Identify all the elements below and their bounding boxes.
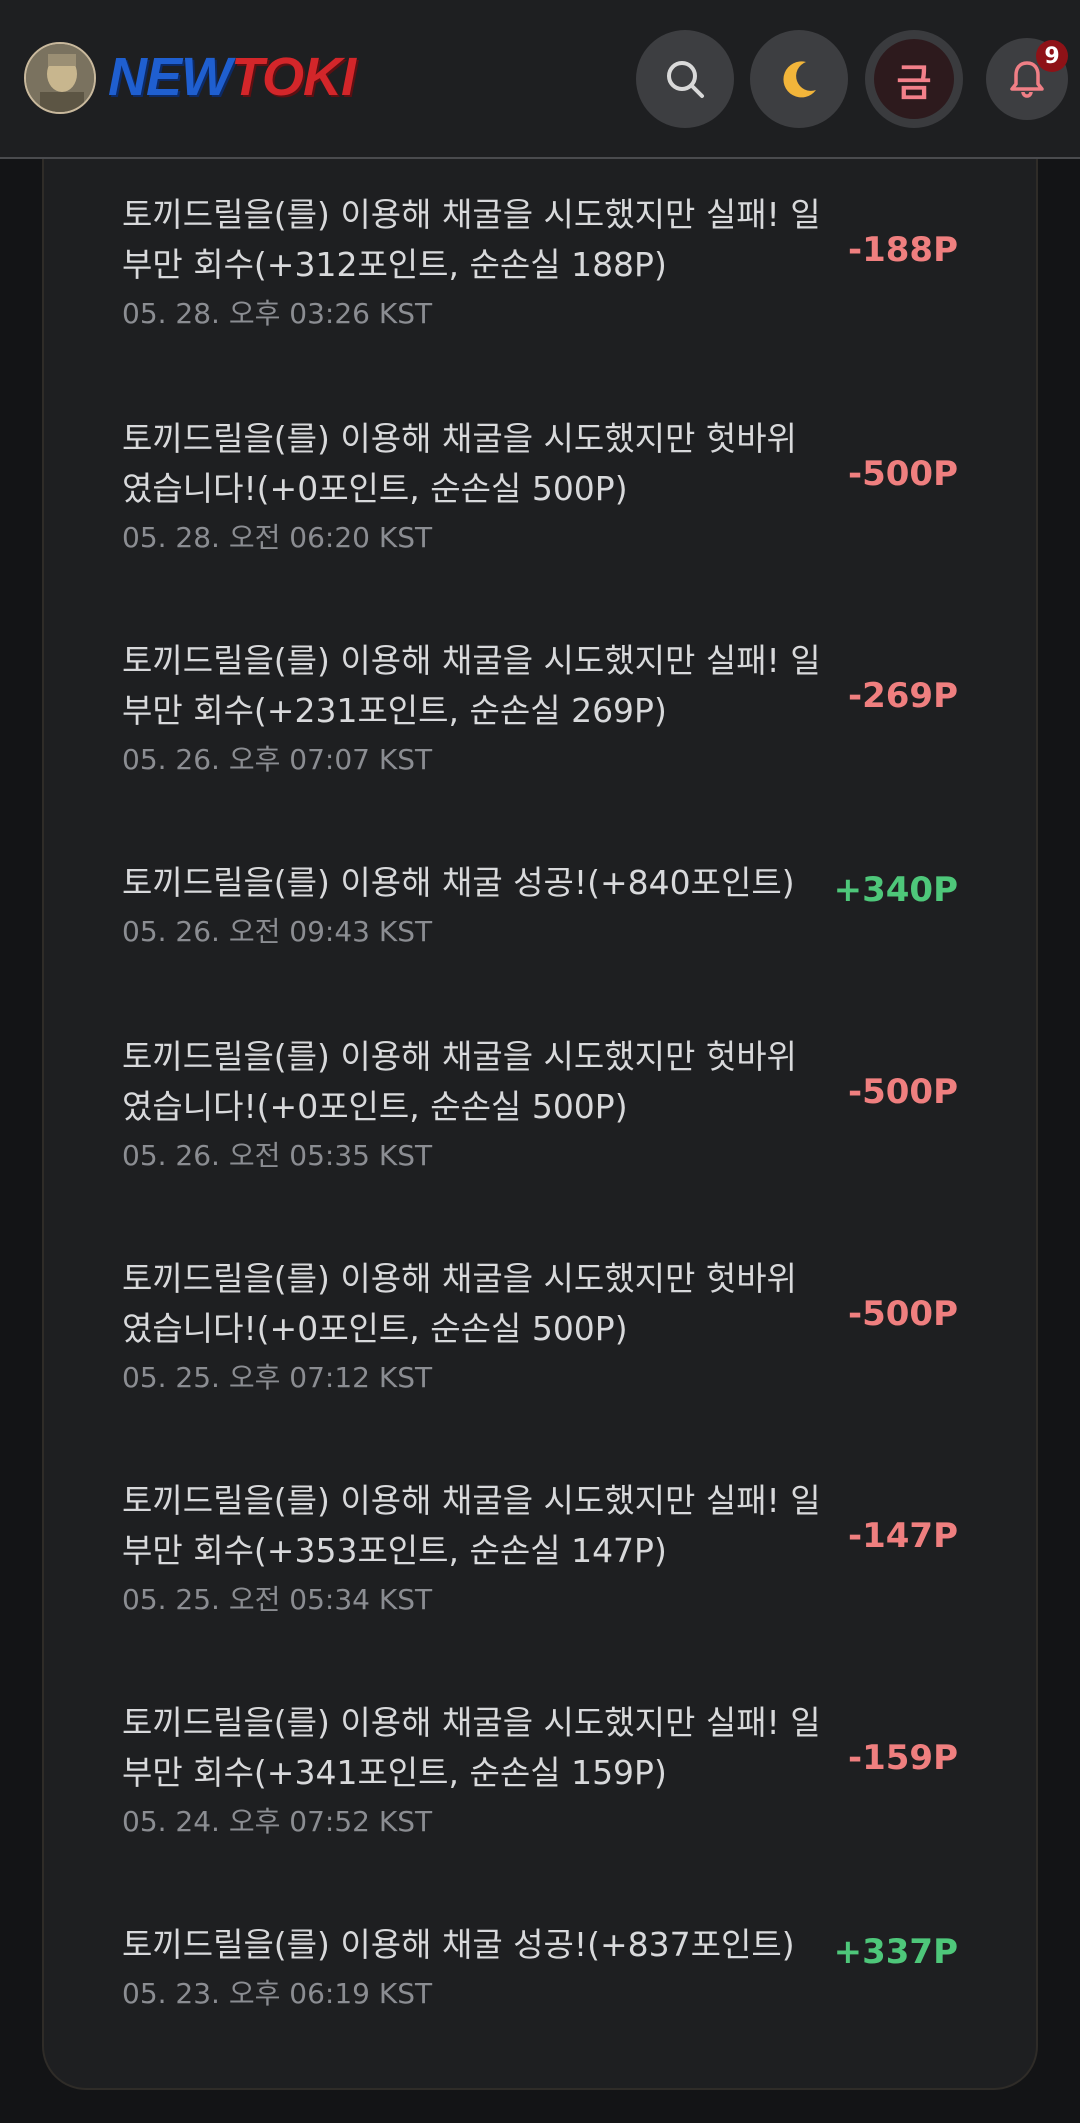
dark-mode-toggle[interactable] [750, 30, 848, 128]
history-amount: -269P [847, 676, 958, 716]
history-timestamp: 05. 26. 오후 07:07 KST [122, 743, 433, 776]
history-item: 토끼드릴을(를) 이용해 채굴을 시도했지만 실패! 일부만 회수(+231포인… [122, 636, 958, 780]
history-amount: -500P [847, 1072, 958, 1112]
history-description: 토끼드릴을(를) 이용해 채굴을 시도했지만 실패! 일부만 회수(+341포인… [122, 1703, 821, 1792]
history-description: 토끼드릴을(를) 이용해 채굴 성공!(+837포인트) [122, 1925, 795, 1964]
history-description: 토끼드릴을(를) 이용해 채굴을 시도했지만 실패! 일부만 회수(+231포인… [122, 641, 821, 730]
history-amount: -159P [847, 1738, 958, 1778]
history-amount: -500P [847, 454, 958, 494]
history-timestamp: 05. 23. 오후 06:19 KST [122, 1977, 433, 2010]
history-timestamp: 05. 25. 오후 07:12 KST [122, 1361, 433, 1394]
history-timestamp: 05. 26. 오전 05:35 KST [122, 1139, 433, 1172]
history-description: 토끼드릴을(를) 이용해 채굴 성공!(+840포인트) [122, 863, 795, 902]
top-header: NEWTOKI 금 9 [0, 0, 1080, 159]
history-amount: -188P [847, 230, 958, 270]
history-timestamp: 05. 25. 오전 05:34 KST [122, 1583, 433, 1616]
avatar-image [26, 44, 94, 112]
moon-icon [783, 61, 816, 98]
logo-toki: TOKI [230, 47, 356, 107]
notification-count-badge: 9 [1036, 40, 1068, 72]
history-description: 토끼드릴을(를) 이용해 채굴을 시도했지만 실패! 일부만 회수(+353포인… [122, 1481, 821, 1570]
history-description: 토끼드릴을(를) 이용해 채굴을 시도했지만 헛바위였습니다!(+0포인트, 순… [122, 1259, 797, 1348]
history-item: 토끼드릴을(를) 이용해 채굴을 시도했지만 헛바위였습니다!(+0포인트, 순… [122, 1032, 958, 1176]
history-timestamp: 05. 24. 오후 07:52 KST [122, 1805, 433, 1838]
site-logo[interactable]: NEWTOKI [108, 46, 356, 108]
history-amount: -147P [847, 1516, 958, 1556]
history-timestamp: 05. 26. 오전 09:43 KST [122, 915, 433, 948]
history-item: 토끼드릴을(를) 이용해 채굴을 시도했지만 헛바위였습니다!(+0포인트, 순… [122, 1254, 958, 1398]
history-item: 토끼드릴을(를) 이용해 채굴을 시도했지만 실패! 일부만 회수(+341포인… [122, 1698, 958, 1842]
gold-button[interactable]: 금 [865, 30, 963, 128]
history-amount: +340P [833, 870, 958, 910]
gold-label: 금 [874, 39, 954, 119]
history-item: 토끼드릴을(를) 이용해 채굴 성공!(+837포인트) 05. 23. 오후 0… [122, 1920, 958, 2014]
history-timestamp: 05. 28. 오전 06:20 KST [122, 521, 433, 554]
history-item: 토끼드릴을(를) 이용해 채굴을 시도했지만 헛바위였습니다!(+0포인트, 순… [122, 414, 958, 558]
history-timestamp: 05. 28. 오후 03:26 KST [122, 297, 433, 330]
history-amount: -500P [847, 1294, 958, 1334]
logo-new: NEW [108, 47, 232, 107]
history-amount: +337P [833, 1932, 958, 1972]
history-item: 토끼드릴을(를) 이용해 채굴을 시도했지만 실패! 일부만 회수(+353포인… [122, 1476, 958, 1620]
history-item: 토끼드릴을(를) 이용해 채굴을 시도했지만 실패! 일부만 회수(+312포인… [122, 190, 958, 334]
search-button[interactable] [636, 30, 734, 128]
user-avatar[interactable] [24, 42, 96, 114]
search-icon [667, 61, 704, 98]
history-item: 토끼드릴을(를) 이용해 채굴 성공!(+840포인트) 05. 26. 오전 0… [122, 858, 958, 952]
history-description: 토끼드릴을(를) 이용해 채굴을 시도했지만 실패! 일부만 회수(+312포인… [122, 195, 821, 284]
history-description: 토끼드릴을(를) 이용해 채굴을 시도했지만 헛바위였습니다!(+0포인트, 순… [122, 1037, 797, 1126]
history-description: 토끼드릴을(를) 이용해 채굴을 시도했지만 헛바위였습니다!(+0포인트, 순… [122, 419, 797, 508]
